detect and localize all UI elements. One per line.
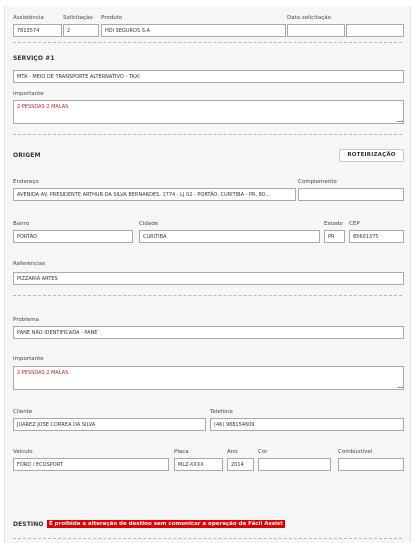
cidade-label: Cidade [139, 221, 159, 227]
resize-grip-icon[interactable] [397, 383, 403, 388]
roteirizacao-button[interactable]: ROTEIRIZAÇÃO [339, 149, 404, 162]
data-solicitacao-date-field[interactable] [287, 24, 345, 37]
service-form: Assistência 7813574 Solicitação 2 Produt… [4, 6, 411, 543]
problema-field[interactable]: PANE NÃO IDENTIFICADA - PANE [13, 326, 404, 339]
telefone-field[interactable]: (46) 988154609 [210, 418, 404, 431]
referencias-label: Referências [13, 261, 46, 267]
assistencia-label: Assistência [13, 15, 44, 21]
solicitacao-label: Solicitação [63, 15, 93, 21]
cliente-label: Cliente [13, 409, 33, 415]
destino-warning: É proibida a alteração de destino sem co… [47, 520, 285, 528]
cor-label: Cor [258, 449, 268, 455]
cep-label: CEP [349, 221, 360, 227]
data-solicitacao-label: Data solicitação [287, 15, 332, 21]
servico-importante-text: 2 PESSOAS 2 MALAS [17, 104, 69, 110]
origem-title: ORIGEM [13, 152, 41, 159]
resize-grip-icon[interactable] [397, 117, 403, 122]
referencias-field[interactable]: PIZZARIA ARTES [13, 272, 404, 285]
servico-importante-label: Importante [13, 91, 44, 97]
bairro-field[interactable]: PORTÃO [13, 230, 133, 243]
endereco-label: Endereço [13, 179, 39, 185]
servico-title: SERVIÇO #1 [13, 55, 55, 62]
telefone-label: Telefone [210, 409, 233, 415]
cliente-field[interactable]: JUAREZ JOSE CORREA DA SILVA [13, 418, 206, 431]
complemento-field[interactable] [298, 188, 404, 201]
problema-importante-text: 2 PESSOAS 2 MALAS [17, 370, 69, 376]
ano-field[interactable]: 2014 [227, 458, 254, 471]
divider [13, 134, 402, 135]
veiculo-field[interactable]: FORD / ECOSPORT [13, 458, 169, 471]
divider [13, 295, 402, 296]
assistencia-field[interactable]: 7813574 [13, 24, 62, 37]
endereco-field[interactable]: AVENIDA AV. PRESIDENTE ARTHUR DA SILVA B… [13, 188, 296, 201]
complemento-label: Complemento [298, 179, 337, 185]
cep-field[interactable]: 85601375 [349, 230, 404, 243]
veiculo-label: Veículo [13, 449, 33, 455]
combustivel-label: Combustível [338, 449, 373, 455]
cidade-field[interactable]: CURITIBA [139, 230, 320, 243]
combustivel-field[interactable] [338, 458, 404, 471]
placa-label: Placa [174, 449, 189, 455]
divider [13, 42, 402, 43]
ano-label: Ano [227, 449, 238, 455]
destino-title: DESTINO [13, 521, 44, 528]
solicitacao-field[interactable]: 2 [63, 24, 99, 37]
divider [13, 538, 402, 539]
placa-field[interactable]: MLZ-XXXX [174, 458, 223, 471]
problema-label: Problema [13, 317, 39, 323]
estado-label: Estado [324, 221, 343, 227]
servico-tipo-field[interactable]: MTA - MEIO DE TRANSPORTE ALTERNATIVO - T… [13, 70, 404, 83]
bairro-label: Bairro [13, 221, 30, 227]
estado-field[interactable]: PR [324, 230, 345, 243]
data-solicitacao-time-field[interactable] [346, 24, 404, 37]
produto-label: Produto [101, 15, 123, 21]
produto-field[interactable]: HDI SEGUROS S.A [101, 24, 286, 37]
problema-importante-label: Importante [13, 356, 44, 362]
problema-importante-textarea[interactable]: 2 PESSOAS 2 MALAS [13, 366, 404, 390]
servico-importante-textarea[interactable]: 2 PESSOAS 2 MALAS [13, 100, 404, 124]
cor-field[interactable] [258, 458, 331, 471]
